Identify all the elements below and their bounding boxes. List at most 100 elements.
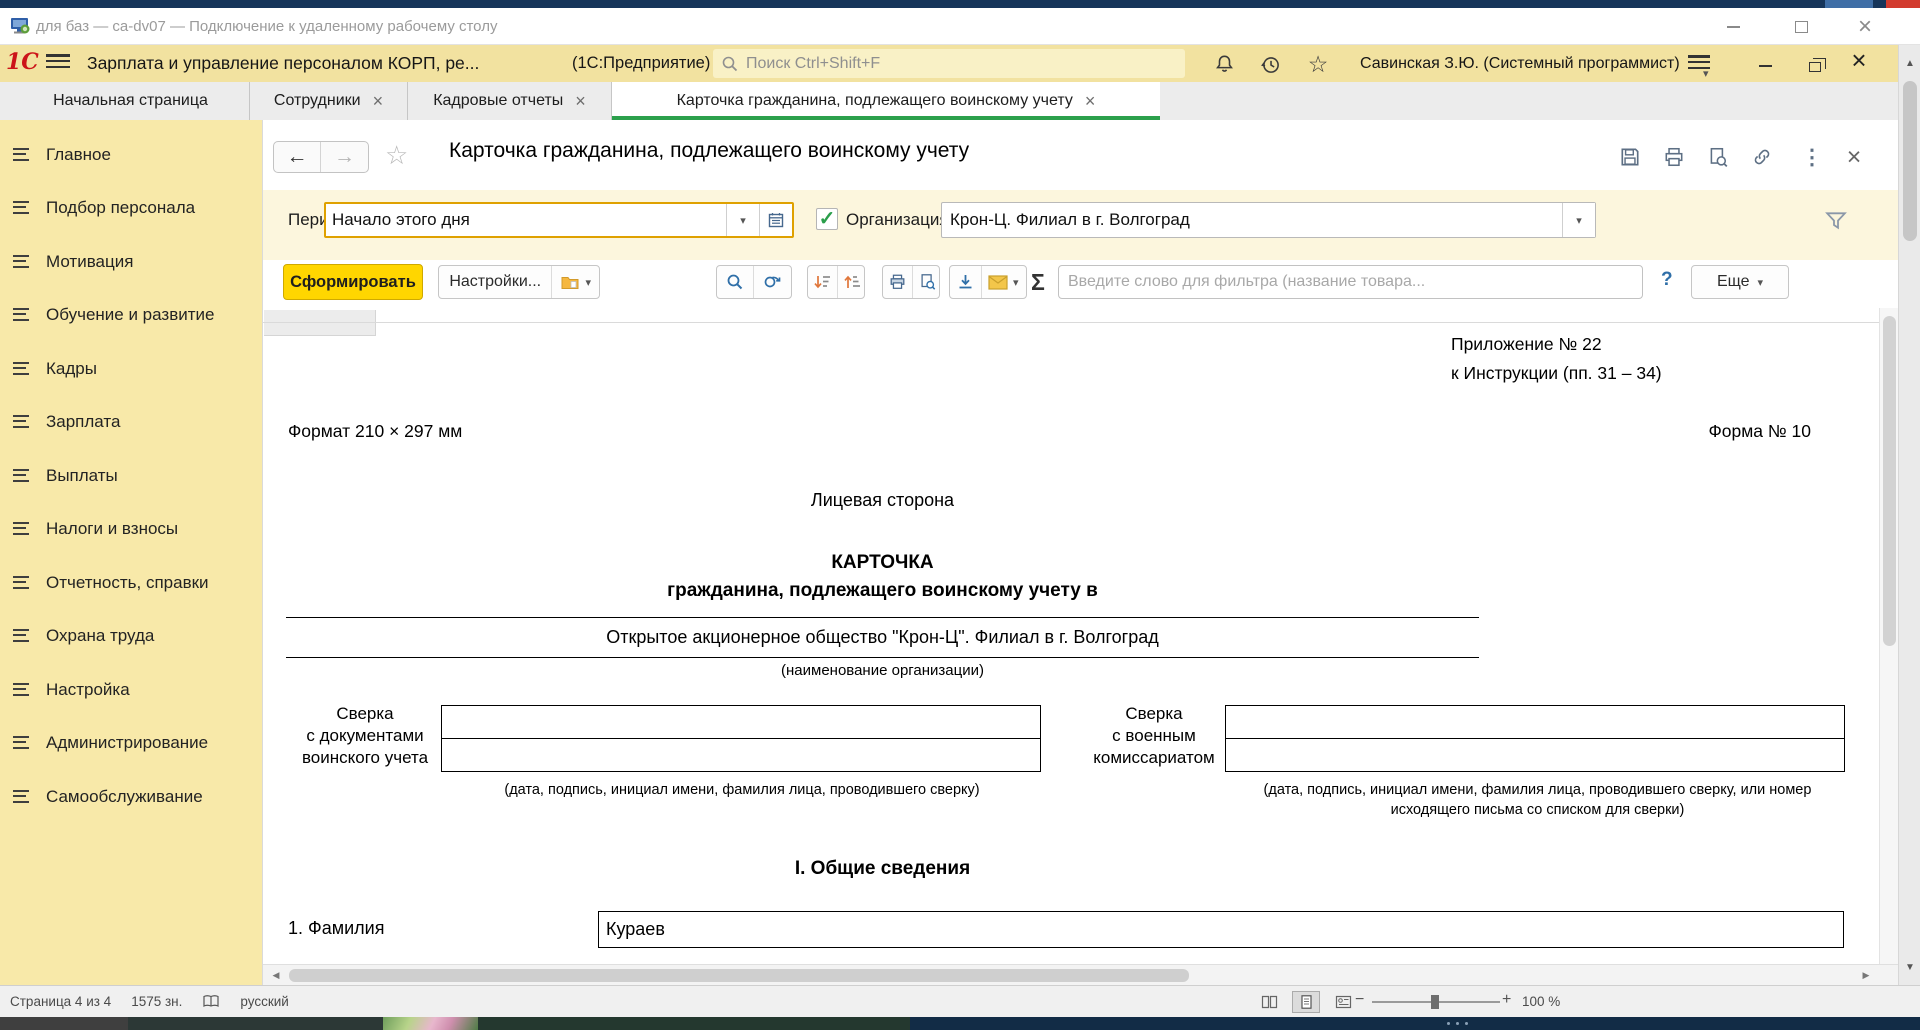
find-next-button[interactable] — [754, 266, 790, 298]
envelope-icon — [988, 275, 1008, 290]
toolbar-preview-button[interactable] — [913, 266, 942, 298]
language-indicator[interactable]: русский — [240, 994, 288, 1009]
app-close-button[interactable]: × — [1842, 47, 1876, 72]
scroll-right-button[interactable]: ▶ — [1855, 967, 1877, 984]
sidebar-item-payments[interactable]: Выплаты — [0, 461, 262, 491]
sidebar-item-administration[interactable]: Администрирование — [0, 728, 262, 758]
scroll-up-button[interactable]: ▲ — [1899, 47, 1920, 79]
sidebar-item-taxes[interactable]: Налоги и взносы — [0, 514, 262, 544]
more-actions-button[interactable]: ⋮ — [1797, 143, 1827, 171]
rdp-maximize-button[interactable] — [1784, 14, 1818, 39]
proofing-book-icon[interactable] — [202, 994, 220, 1009]
filter-funnel-icon[interactable] — [1823, 208, 1849, 234]
sidebar-item-main[interactable]: Главное — [0, 140, 262, 170]
scroll-left-button[interactable]: ◀ — [265, 967, 287, 984]
document-horizontal-scrollbar[interactable]: ◀ ▶ — [263, 964, 1899, 985]
quick-filter-input[interactable] — [1058, 265, 1643, 299]
sidebar-item-icon — [13, 736, 29, 749]
back-button[interactable]: ← — [274, 142, 321, 172]
scrollbar-thumb[interactable] — [1883, 316, 1896, 646]
period-input[interactable] — [326, 204, 726, 236]
zoom-in-button[interactable]: + — [1502, 991, 1511, 1009]
tab-military-card[interactable]: Карточка гражданина, подлежащего воинско… — [612, 82, 1160, 120]
add-to-favorites-star-icon[interactable]: ☆ — [385, 140, 408, 171]
scrollbar-thumb[interactable] — [289, 969, 1189, 982]
more-button[interactable]: Еще ▾ — [1691, 265, 1789, 299]
tab-close-icon[interactable]: × — [373, 92, 384, 110]
scroll-down-button[interactable]: ▼ — [1899, 951, 1920, 983]
report-variants-button[interactable]: ▾ — [552, 266, 599, 298]
history-button[interactable] — [1256, 51, 1284, 77]
label-line: воинского учета — [301, 747, 429, 769]
char-count[interactable]: 1575 зн. — [131, 994, 182, 1009]
find-button[interactable] — [717, 266, 754, 298]
app-minimize-button[interactable] — [1748, 53, 1782, 78]
sidebar-item-motivation[interactable]: Мотивация — [0, 247, 262, 277]
close-report-button[interactable]: × — [1839, 143, 1869, 171]
save-button[interactable] — [1615, 143, 1645, 171]
organization-label: Организация: — [846, 202, 953, 238]
report-document[interactable]: Приложение № 22 к Инструкции (пп. 31 – 3… — [263, 308, 1879, 964]
tab-close-icon[interactable]: × — [1085, 92, 1096, 110]
sort-asc-icon — [843, 273, 862, 291]
help-button[interactable]: ? — [1661, 269, 1673, 291]
sum-sigma-icon[interactable]: Σ — [1031, 269, 1045, 296]
period-field[interactable]: ▾ — [324, 202, 794, 238]
app-vertical-scrollbar[interactable]: ▲ ▼ — [1898, 45, 1920, 985]
sidebar-item-recruiting[interactable]: Подбор персонала — [0, 193, 262, 223]
sort-ascending-button[interactable] — [838, 266, 867, 298]
sidebar-item-hr[interactable]: Кадры — [0, 354, 262, 384]
zoom-slider-thumb[interactable] — [1431, 995, 1439, 1009]
rdp-minimize-button[interactable] — [1716, 14, 1750, 39]
tab-hr-reports[interactable]: Кадровые отчеты × — [408, 82, 612, 120]
sidebar-item-training[interactable]: Обучение и развитие — [0, 300, 262, 330]
sidebar-item-self-service[interactable]: Самообслуживание — [0, 782, 262, 812]
search-input[interactable] — [746, 55, 1177, 73]
maximize-icon — [1795, 21, 1808, 33]
sort-descending-button[interactable] — [808, 266, 838, 298]
favorites-button[interactable]: ☆ — [1304, 51, 1332, 77]
settings-button[interactable]: Настройки... — [439, 266, 552, 298]
page-indicator[interactable]: Страница 4 из 4 — [10, 994, 111, 1009]
sidebar-item-label: Зарплата — [46, 412, 120, 432]
toolbar-print-button[interactable] — [883, 266, 913, 298]
rdp-close-button[interactable]: × — [1848, 14, 1882, 39]
app-restore-button[interactable] — [1798, 53, 1832, 78]
organization-combobox[interactable]: Крон-Ц. Филиал в г. Волгоград ▾ — [941, 202, 1596, 238]
global-search-box[interactable] — [713, 49, 1185, 78]
zoom-level[interactable]: 100 % — [1522, 986, 1560, 1017]
forward-button[interactable]: → — [321, 142, 368, 172]
more-label: Еще — [1717, 273, 1750, 291]
send-email-button[interactable]: ▾ — [982, 266, 1025, 298]
get-link-button[interactable] — [1747, 143, 1777, 171]
current-user[interactable]: Савинская З.Ю. (Системный программист) — [1360, 45, 1680, 82]
sidebar-item-salary[interactable]: Зарплата — [0, 407, 262, 437]
generate-report-button[interactable]: Сформировать — [283, 264, 423, 300]
sidebar-item-reporting[interactable]: Отчетность, справки — [0, 568, 262, 598]
notifications-button[interactable] — [1210, 51, 1238, 77]
tab-employees[interactable]: Сотрудники × — [250, 82, 408, 120]
print-button[interactable] — [1659, 143, 1689, 171]
print-preview-button[interactable] — [1703, 143, 1733, 171]
organization-dropdown-button[interactable]: ▾ — [1562, 203, 1595, 237]
surname-field-label: 1. Фамилия — [288, 918, 384, 939]
document-vertical-scrollbar[interactable] — [1879, 308, 1899, 964]
sidebar-item-settings[interactable]: Настройка — [0, 675, 262, 705]
read-mode-button[interactable] — [1256, 992, 1282, 1012]
label-line: комиссариатом — [1091, 747, 1217, 769]
sidebar-item-labor-safety[interactable]: Охрана труда — [0, 621, 262, 651]
zoom-out-button[interactable]: − — [1355, 991, 1364, 1009]
print-layout-button[interactable] — [1293, 992, 1319, 1012]
tab-home[interactable]: Начальная страница — [12, 82, 250, 120]
period-calendar-button[interactable] — [759, 204, 792, 236]
save-to-file-button[interactable] — [950, 266, 982, 298]
period-dropdown-button[interactable]: ▾ — [726, 204, 759, 236]
check-docs-caption: (дата, подпись, инициал имени, фамилия л… — [479, 780, 1005, 800]
organization-checkbox[interactable]: ✓ — [816, 208, 838, 230]
scroll-left-icon: ◀ — [273, 970, 280, 981]
1c-application-window: 1С Зарплата и управление персоналом КОРП… — [0, 45, 1920, 985]
hamburger-menu-icon[interactable] — [46, 54, 70, 72]
web-layout-button[interactable] — [1330, 992, 1356, 1012]
tab-close-icon[interactable]: × — [575, 92, 586, 110]
scrollbar-thumb[interactable] — [1903, 81, 1917, 241]
